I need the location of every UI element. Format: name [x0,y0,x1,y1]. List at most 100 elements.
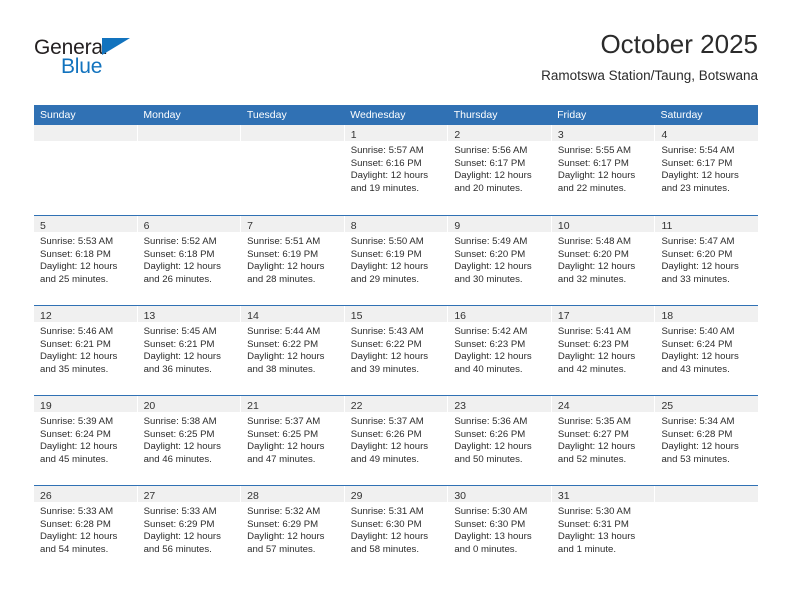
day-cell-13[interactable]: 13 Sunrise: 5:45 AM Sunset: 6:21 PM Dayligh… [137,306,242,395]
day-cell-2[interactable]: 2 Sunrise: 5:56 AM Sunset: 6:17 PM Daylight… [448,125,552,215]
day-detail-line: Sunset: 6:17 PM [557,157,629,169]
day-detail-line: Sunset: 6:26 PM [350,428,422,440]
day-detail-line: and 57 minutes. [247,543,316,555]
calendar-weeks: 1 Sunrise: 5:57 AM Sunset: 6:16 PM Daylight… [34,125,759,575]
calendar-week-row: 1 Sunrise: 5:57 AM Sunset: 6:16 PM Daylight… [34,125,759,215]
day-cell-5[interactable]: 5 Sunrise: 5:53 AM Sunset: 6:18 PM Daylight… [34,216,138,305]
day-cell-29[interactable]: 29 Sunrise: 5:31 AM Sunset: 6:30 PM Dayligh… [344,486,449,575]
day-detail-line: Sunset: 6:29 PM [247,518,319,530]
day-details: Sunrise: 5:41 AM Sunset: 6:23 PM Daylight:… [552,322,655,376]
general-blue-logo[interactable]: General Blue [34,36,194,86]
day-number-band: 5 [34,216,137,232]
day-cell-15[interactable]: 15 Sunrise: 5:43 AM Sunset: 6:22 PM Dayligh… [344,306,449,395]
day-cell-6[interactable]: 6 Sunrise: 5:52 AM Sunset: 6:18 PM Daylight… [137,216,242,305]
day-number-band: 19 [34,396,137,412]
day-number-band: 18 [655,306,759,322]
calendar-grid: Sunday Monday Tuesday Wednesday Thursday Frid… [34,105,759,575]
day-detail-line: and 35 minutes. [40,363,109,375]
day-number-band: 12 [34,306,137,322]
day-detail-line: Sunset: 6:28 PM [661,428,733,440]
day-number: 26 [40,490,52,502]
day-detail-line: Daylight: 12 hours [40,351,118,363]
day-number: 28 [247,490,259,502]
day-cell-12[interactable]: 12 Sunrise: 5:46 AM Sunset: 6:21 PM Dayligh… [34,306,138,395]
day-cell-3[interactable]: 3 Sunrise: 5:55 AM Sunset: 6:17 PM Daylight… [551,125,656,215]
day-cell-21[interactable]: 21 Sunrise: 5:37 AM Sunset: 6:25 PM Dayligh… [241,396,345,485]
day-cell-26[interactable]: 26 Sunrise: 5:33 AM Sunset: 6:28 PM Dayligh… [34,486,138,575]
day-detail-line: and 22 minutes. [557,182,627,194]
day-detail-line: Sunrise: 5:48 AM [557,236,631,247]
day-number: 6 [143,220,150,232]
day-details: Sunrise: 5:33 AM Sunset: 6:28 PM Daylight:… [34,502,137,556]
day-cell-24[interactable]: 24 Sunrise: 5:35 AM Sunset: 6:27 PM Dayligh… [551,396,656,485]
day-cell-7[interactable]: 7 Sunrise: 5:51 AM Sunset: 6:19 PM Daylight… [241,216,345,305]
calendar-page: General Blue October 2025 Ramotswa Stati… [0,0,792,612]
day-detail-line: Sunset: 6:23 PM [454,338,526,350]
day-number-band: 16 [448,306,551,322]
day-cell-9[interactable]: 9 Sunrise: 5:49 AM Sunset: 6:20 PM Daylight… [448,216,552,305]
day-detail-line: and 58 minutes. [350,543,420,555]
day-number-band [241,125,344,141]
day-cell-10[interactable]: 10 Sunrise: 5:48 AM Sunset: 6:20 PM Dayligh… [551,216,656,305]
day-number: 31 [557,490,570,502]
day-cell-27[interactable]: 27 Sunrise: 5:33 AM Sunset: 6:29 PM Dayligh… [137,486,242,575]
day-detail-line: and 52 minutes. [557,453,627,465]
day-details: Sunrise: 5:46 AM Sunset: 6:21 PM Daylight:… [34,322,137,376]
day-detail-line: Sunrise: 5:51 AM [247,236,321,247]
day-number-band: 4 [655,125,759,141]
day-detail-line: and 47 minutes. [247,453,316,465]
day-cell-17[interactable]: 17 Sunrise: 5:41 AM Sunset: 6:23 PM Dayligh… [551,306,656,395]
calendar-week-row: 19 Sunrise: 5:39 AM Sunset: 6:24 PM Dayligh… [34,395,759,485]
day-detail-line: Sunrise: 5:41 AM [557,326,631,337]
day-cell-20[interactable]: 20 Sunrise: 5:38 AM Sunset: 6:25 PM Dayligh… [137,396,242,485]
day-number: 8 [350,220,357,232]
day-number-band: 27 [137,486,241,502]
day-cell-16[interactable]: 16 Sunrise: 5:42 AM Sunset: 6:23 PM Dayligh… [448,306,552,395]
day-cell-1[interactable]: 1 Sunrise: 5:57 AM Sunset: 6:16 PM Daylight… [344,125,449,215]
day-cell-empty [137,125,242,215]
day-detail-line: and 20 minutes. [454,182,523,194]
calendar-week-row: 26 Sunrise: 5:33 AM Sunset: 6:28 PM Dayligh… [34,485,759,575]
day-cell-25[interactable]: 25 Sunrise: 5:34 AM Sunset: 6:28 PM Dayligh… [655,396,759,485]
day-detail-line: Sunrise: 5:44 AM [247,326,321,337]
day-details: Sunrise: 5:54 AM Sunset: 6:17 PM Daylight:… [655,141,758,195]
day-number-band: 13 [137,306,241,322]
day-number-band: 1 [344,125,448,141]
day-number: 5 [40,220,46,232]
day-cell-19[interactable]: 19 Sunrise: 5:39 AM Sunset: 6:24 PM Dayligh… [34,396,138,485]
day-cell-4[interactable]: 4 Sunrise: 5:54 AM Sunset: 6:17 PM Daylight… [655,125,759,215]
day-cell-8[interactable]: 8 Sunrise: 5:50 AM Sunset: 6:19 PM Daylight… [344,216,449,305]
day-details: Sunrise: 5:37 AM Sunset: 6:25 PM Daylight:… [241,412,344,466]
calendar-week-row: 5 Sunrise: 5:53 AM Sunset: 6:18 PM Daylight… [34,215,759,305]
day-details: Sunrise: 5:42 AM Sunset: 6:23 PM Daylight:… [448,322,551,376]
day-number-band: 14 [241,306,344,322]
day-detail-line: and 39 minutes. [350,363,420,375]
day-cell-11[interactable]: 11 Sunrise: 5:47 AM Sunset: 6:20 PM Dayligh… [655,216,759,305]
day-cell-22[interactable]: 22 Sunrise: 5:37 AM Sunset: 6:26 PM Dayligh… [344,396,449,485]
day-details: Sunrise: 5:36 AM Sunset: 6:26 PM Daylight:… [448,412,551,466]
day-detail-line: Daylight: 12 hours [350,261,429,273]
day-detail-line: Daylight: 12 hours [557,261,636,273]
day-detail-line: and 23 minutes. [661,182,730,194]
day-cell-30[interactable]: 30 Sunrise: 5:30 AM Sunset: 6:30 PM Dayligh… [448,486,552,575]
day-detail-line: and 40 minutes. [454,363,523,375]
day-cell-18[interactable]: 18 Sunrise: 5:40 AM Sunset: 6:24 PM Dayligh… [655,306,759,395]
day-detail-line: and 50 minutes. [454,453,523,465]
day-cell-23[interactable]: 23 Sunrise: 5:36 AM Sunset: 6:26 PM Dayligh… [448,396,552,485]
day-detail-line: Sunrise: 5:33 AM [143,506,217,517]
day-detail-line: Sunset: 6:31 PM [557,518,629,530]
day-cell-14[interactable]: 14 Sunrise: 5:44 AM Sunset: 6:22 PM Dayligh… [241,306,345,395]
day-number: 2 [454,129,461,141]
day-detail-line: Daylight: 12 hours [661,351,739,363]
day-detail-line: Sunset: 6:25 PM [143,428,215,440]
day-cell-31[interactable]: 31 Sunrise: 5:30 AM Sunset: 6:31 PM Dayligh… [551,486,656,575]
day-cell-empty [241,125,345,215]
day-number: 17 [557,310,570,322]
day-number-band: 26 [34,486,137,502]
day-number: 30 [454,490,466,502]
day-detail-line: Sunrise: 5:43 AM [350,326,424,337]
day-detail-line: Daylight: 12 hours [557,351,636,363]
day-cell-28[interactable]: 28 Sunrise: 5:32 AM Sunset: 6:29 PM Dayligh… [241,486,345,575]
day-detail-line: and 54 minutes. [40,543,109,555]
day-cell-empty [655,486,759,575]
